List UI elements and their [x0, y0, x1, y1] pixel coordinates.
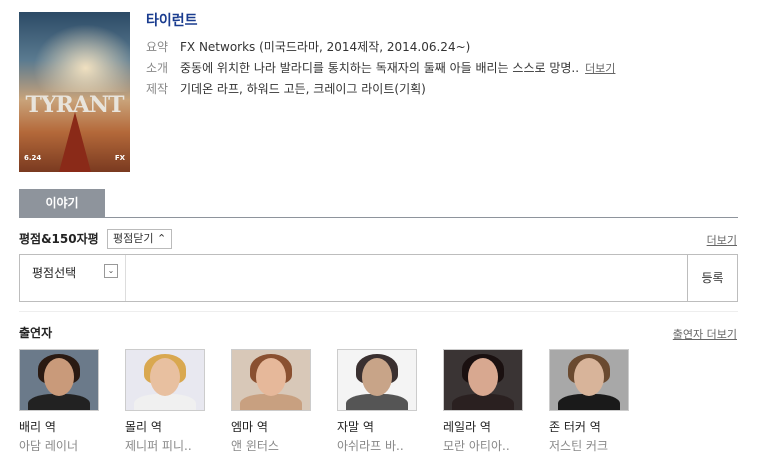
summary-row: 요약 FX Networks (미국드라마, 2014제작, 2014.06.24… — [146, 38, 470, 55]
cast-actor-name[interactable]: 모란 아티아.. — [443, 437, 538, 454]
photo-shoulders — [240, 394, 302, 410]
chevron-down-icon[interactable]: ⌄ — [104, 264, 118, 278]
cast-member[interactable]: 몰리 역제니퍼 피니.. — [125, 349, 220, 454]
cast-photo[interactable] — [19, 349, 99, 411]
rating-more-link[interactable]: 더보기 — [707, 232, 737, 248]
cast-actor-name[interactable]: 저스틴 커크 — [549, 437, 644, 454]
photo-shoulders — [452, 394, 514, 410]
production-row: 제작 기데온 라프, 하워드 고든, 크레이그 라이트(기획) — [146, 80, 426, 97]
cast-member[interactable]: 배리 역아담 레이너 — [19, 349, 114, 454]
cast-role: 존 터커 역 — [549, 420, 601, 434]
cast-member[interactable]: 레일라 역모란 아티아.. — [443, 349, 538, 454]
section-divider — [19, 311, 738, 312]
poster-road — [59, 112, 91, 172]
cast-actor-name[interactable]: 아쉬라프 바.. — [337, 437, 432, 454]
cast-actor-name[interactable]: 앤 윈터스 — [231, 437, 326, 454]
cast-member[interactable]: 존 터커 역저스틴 커크 — [549, 349, 644, 454]
photo-face — [256, 358, 286, 396]
cast-actor-name[interactable]: 제니퍼 피니.. — [125, 437, 220, 454]
cast-actor-name[interactable]: 아담 레이너 — [19, 437, 114, 454]
rating-select[interactable]: 평점선택 ⌄ — [20, 255, 126, 301]
synopsis-more-link[interactable]: 더보기 — [585, 62, 615, 75]
synopsis-row: 소개 중동에 위치한 나라 발라디를 통치하는 독재자의 둘째 아들 배리는 스스… — [146, 59, 615, 76]
photo-face — [362, 358, 392, 396]
production-names-link[interactable]: 기데온 라프, 하워드 고든, 크레이그 라이트 — [180, 82, 394, 96]
rating-section-title: 평점&150자평 — [19, 232, 99, 246]
cast-member[interactable]: 엠마 역앤 윈터스 — [231, 349, 326, 454]
synopsis-label: 소개 — [146, 61, 169, 75]
cast-section-title: 출연자 — [19, 326, 53, 340]
rating-toggle-button[interactable]: 평점닫기 ⌃ — [107, 229, 173, 249]
photo-face — [574, 358, 604, 396]
network-link[interactable]: FX Networks — [180, 40, 255, 54]
photo-face — [150, 358, 180, 396]
rating-select-label: 평점선택 — [32, 266, 77, 280]
production-role: (기획) — [394, 82, 426, 96]
cast-role: 자말 역 — [337, 420, 374, 434]
register-button[interactable]: 등록 — [687, 255, 737, 301]
summary-label: 요약 — [146, 40, 169, 54]
photo-shoulders — [134, 394, 196, 410]
poster-date: 6.24 — [24, 154, 42, 162]
cast-photo[interactable] — [125, 349, 205, 411]
review-text-input[interactable] — [126, 255, 687, 301]
photo-shoulders — [558, 394, 620, 410]
cast-photo[interactable] — [231, 349, 311, 411]
poster-sky — [19, 12, 130, 92]
photo-shoulders — [346, 394, 408, 410]
rating-input-box: 평점선택 ⌄ 등록 — [19, 254, 738, 302]
photo-face — [468, 358, 498, 396]
cast-more-link[interactable]: 출연자 더보기 — [673, 326, 737, 342]
cast-role: 레일라 역 — [443, 420, 491, 434]
synopsis-text: 중동에 위치한 나라 발라디를 통치하는 독재자의 둘째 아들 배리는 스스로 … — [180, 61, 580, 75]
cast-photo[interactable] — [337, 349, 417, 411]
show-title[interactable]: 타이런트 — [146, 10, 198, 30]
cast-role: 몰리 역 — [125, 420, 162, 434]
tab-story[interactable]: 이야기 — [19, 189, 105, 217]
photo-shoulders — [28, 394, 90, 410]
poster-logo: TYRANT — [25, 92, 125, 118]
cast-role: 엠마 역 — [231, 420, 268, 434]
cast-photo[interactable] — [549, 349, 629, 411]
photo-face — [44, 358, 74, 396]
cast-role: 배리 역 — [19, 420, 56, 434]
cast-photo[interactable] — [443, 349, 523, 411]
show-poster[interactable]: TYRANT 6.24 FX — [19, 12, 130, 172]
summary-text: (미국드라마, 2014제작, 2014.06.24~) — [255, 40, 471, 54]
tab-bar: 이야기 — [19, 189, 738, 218]
poster-network: FX — [114, 154, 125, 162]
cast-member[interactable]: 자말 역아쉬라프 바.. — [337, 349, 432, 454]
production-label: 제작 — [146, 82, 169, 96]
